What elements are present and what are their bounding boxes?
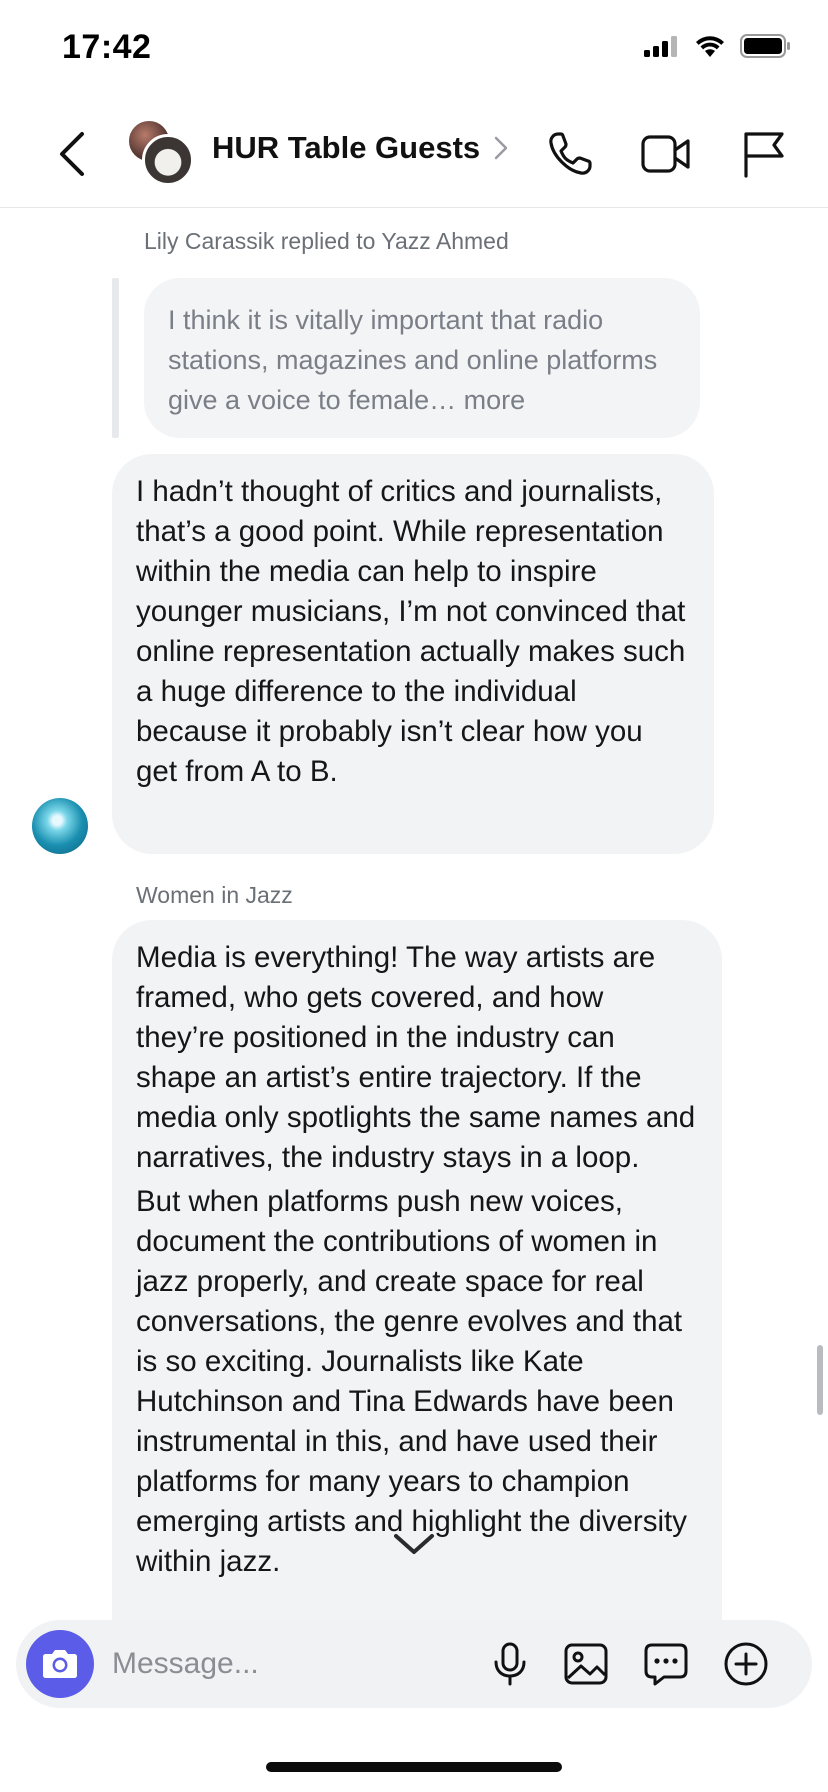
image-icon[interactable] — [562, 1640, 610, 1688]
chat-bubble-icon[interactable] — [642, 1640, 690, 1688]
sender-name: Women in Jazz — [136, 882, 293, 908]
plus-circle-icon[interactable] — [722, 1640, 770, 1688]
home-indicator[interactable] — [266, 1762, 562, 1772]
more-link[interactable]: more — [464, 385, 526, 415]
chevron-down-icon[interactable] — [386, 1516, 442, 1572]
avatar[interactable] — [32, 798, 88, 854]
scrollbar[interactable] — [817, 1345, 823, 1415]
microphone-icon[interactable] — [486, 1640, 534, 1688]
battery-icon — [740, 34, 790, 58]
reply-meta: Lily Carassik replied to Yazz Ahmed — [144, 228, 509, 254]
quoted-message[interactable]: I think it is vitally important that rad… — [144, 278, 700, 438]
message-text: I hadn’t thought of critics and journali… — [136, 475, 686, 788]
back-icon[interactable] — [52, 126, 92, 182]
message-bubble[interactable]: I hadn’t thought of critics and journali… — [112, 454, 714, 854]
group-title: HUR Table Guests — [212, 130, 481, 165]
message-text: Media is everything! The way artists are… — [136, 941, 696, 1174]
status-bar: 17:42 — [0, 0, 828, 98]
composer — [16, 1620, 812, 1708]
reply-bar — [112, 278, 119, 438]
camera-button[interactable] — [26, 1630, 94, 1698]
group-title-button[interactable]: HUR Table Guests — [212, 130, 508, 166]
video-icon[interactable] — [640, 128, 692, 180]
chat-header: HUR Table Guests — [0, 98, 828, 208]
flag-icon[interactable] — [738, 128, 790, 180]
phone-icon[interactable] — [544, 128, 596, 180]
avatar — [142, 134, 194, 186]
message-input[interactable] — [112, 1642, 472, 1686]
camera-icon — [43, 1650, 77, 1678]
chevron-right-icon — [494, 136, 508, 160]
wifi-icon — [696, 36, 724, 57]
status-icons — [644, 34, 792, 58]
quoted-text: I think it is vitally important that rad… — [168, 305, 658, 415]
signal-icon — [644, 36, 677, 57]
status-time: 17:42 — [62, 28, 152, 66]
group-avatar[interactable] — [126, 118, 196, 188]
